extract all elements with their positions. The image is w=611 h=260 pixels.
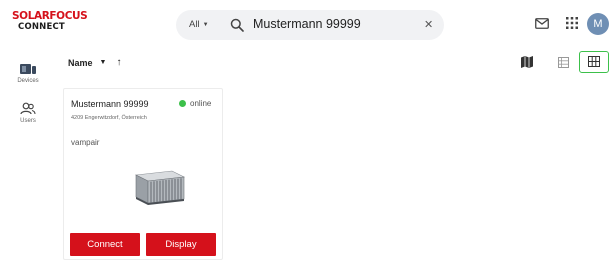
logo-bottom-text: CONNECT bbox=[18, 21, 65, 32]
device-type: vampair bbox=[71, 138, 100, 147]
heat-pump-image bbox=[134, 170, 186, 205]
header: SOLARFOCUS CONNECT All ▼ Mustermann 9999… bbox=[0, 0, 611, 48]
device-name: Mustermann 99999 bbox=[71, 99, 149, 109]
caret-down-icon: ▼ bbox=[202, 21, 209, 28]
search-scope-dropdown[interactable]: All ▼ bbox=[189, 19, 209, 30]
devices-icon bbox=[20, 64, 36, 74]
sort-field-label: Name bbox=[68, 57, 93, 68]
apps-grid-icon[interactable] bbox=[566, 17, 578, 29]
search-bar[interactable]: All ▼ Mustermann 99999 ✕ bbox=[176, 10, 444, 40]
search-icon bbox=[230, 18, 244, 32]
solarfocus-logo[interactable]: SOLARFOCUS CONNECT bbox=[12, 10, 88, 32]
grid-view-icon bbox=[588, 56, 600, 67]
side-nav: Devices Users bbox=[0, 48, 56, 260]
search-input[interactable]: Mustermann 99999 bbox=[253, 17, 361, 31]
grid-view-button[interactable] bbox=[579, 51, 609, 73]
caret-down-icon[interactable]: ▼ bbox=[100, 59, 107, 66]
sort-control[interactable]: Name ▼ ↑ bbox=[68, 57, 121, 68]
device-card[interactable]: Mustermann 99999 online 4209 Engerwitzdo… bbox=[63, 88, 223, 260]
mail-icon[interactable] bbox=[535, 18, 549, 29]
sort-ascending-icon[interactable]: ↑ bbox=[116, 57, 121, 68]
sidebar-item-label: Users bbox=[20, 118, 36, 124]
sidebar-item-label: Devices bbox=[17, 78, 39, 84]
close-icon[interactable]: ✕ bbox=[424, 18, 433, 31]
status-badge: online bbox=[179, 99, 211, 108]
sidebar-item-users[interactable]: Users bbox=[0, 102, 56, 124]
avatar[interactable]: M bbox=[587, 13, 609, 35]
users-icon bbox=[20, 102, 36, 115]
connect-button[interactable]: Connect bbox=[70, 233, 140, 256]
sidebar-item-devices[interactable]: Devices bbox=[0, 62, 56, 84]
online-status-dot-icon bbox=[179, 100, 186, 107]
search-scope-label: All bbox=[189, 19, 200, 30]
status-text: online bbox=[190, 99, 212, 108]
logo-top-text: SOLARFOCUS bbox=[12, 10, 88, 22]
map-view-icon[interactable] bbox=[521, 56, 533, 68]
display-button[interactable]: Display bbox=[146, 233, 216, 256]
device-address: 4209 Engerwitzdorf, Österreich bbox=[71, 115, 147, 121]
list-view-icon[interactable] bbox=[558, 57, 569, 68]
